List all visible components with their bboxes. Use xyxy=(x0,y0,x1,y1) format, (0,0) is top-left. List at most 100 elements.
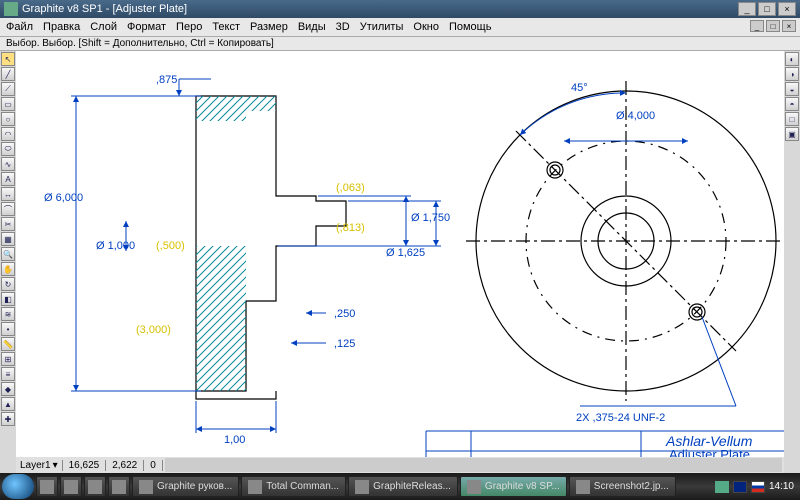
menu-3d[interactable]: 3D xyxy=(336,21,350,33)
dim-250: ,250 xyxy=(334,308,355,320)
tool-rect-icon[interactable]: ▭ xyxy=(1,97,15,111)
tool-fillet-icon[interactable]: ⌒ xyxy=(1,202,15,216)
rtool-3-icon[interactable]: ◒ xyxy=(785,82,799,96)
dim-500: (,500) xyxy=(156,240,185,252)
menu-window[interactable]: Окно xyxy=(413,21,439,33)
app-icon-3 xyxy=(88,480,102,494)
tool-trim-icon[interactable]: ✂ xyxy=(1,217,15,231)
tool-polyline-icon[interactable]: ⟋ xyxy=(1,82,15,96)
quicklaunch-3[interactable] xyxy=(84,476,106,497)
menu-dim[interactable]: Размер xyxy=(250,21,288,33)
dim-3000: (3,000) xyxy=(136,324,171,336)
tool-misc2-icon[interactable]: ▲ xyxy=(1,397,15,411)
task-screenshot[interactable]: Screenshot2.jp... xyxy=(569,476,676,497)
work-area: ↖ ╱ ⟋ ▭ ○ ◠ ⬭ ∿ A ↔ ⌒ ✂ ▦ 🔍 ✋ ↻ ◧ ≋ • 📏 … xyxy=(0,51,800,473)
menu-help[interactable]: Помощь xyxy=(449,21,492,33)
clock[interactable]: 14:10 xyxy=(769,481,794,492)
quicklaunch-2[interactable] xyxy=(60,476,82,497)
lang-ru-icon[interactable] xyxy=(751,481,765,493)
drawing-canvas[interactable]: ,875 Ø 6,000 Ø 1,000 (,500) (3,000) (,06… xyxy=(16,51,784,457)
app-icon-1 xyxy=(40,480,54,494)
rtool-5-icon[interactable]: □ xyxy=(785,112,799,126)
tool-misc1-icon[interactable]: ◆ xyxy=(1,382,15,396)
coord-x: 16,625 xyxy=(63,460,107,471)
close-button[interactable]: × xyxy=(778,2,796,16)
tool-arc-icon[interactable]: ◠ xyxy=(1,127,15,141)
rtool-6-icon[interactable]: ▣ xyxy=(785,127,799,141)
tool-point-icon[interactable]: • xyxy=(1,322,15,336)
tool-pan-icon[interactable]: ✋ xyxy=(1,262,15,276)
tool-mirror-icon[interactable]: ◧ xyxy=(1,292,15,306)
menu-edit[interactable]: Правка xyxy=(43,21,80,33)
minimize-button[interactable]: _ xyxy=(738,2,756,16)
folder-icon xyxy=(355,480,369,494)
task-graphite-app[interactable]: Graphite v8 SP... xyxy=(460,476,567,497)
task-graphite-manual[interactable]: Graphite руков... xyxy=(132,476,239,497)
dim-125: ,125 xyxy=(334,338,355,350)
menu-util[interactable]: Утилиты xyxy=(360,21,404,33)
tool-ellipse-icon[interactable]: ⬭ xyxy=(1,142,15,156)
windows-taskbar: Graphite руков... Total Comman... Graphi… xyxy=(0,473,800,500)
layer-selector[interactable]: Layer1 ▾ xyxy=(16,460,63,471)
quicklaunch-1[interactable] xyxy=(36,476,58,497)
menu-views[interactable]: Виды xyxy=(298,21,326,33)
dim-063: (,063) xyxy=(336,182,365,194)
layer-name: Layer1 xyxy=(20,460,51,471)
mdi-close-button[interactable]: × xyxy=(782,20,796,32)
coord-y: 2,622 xyxy=(106,460,144,471)
tool-group-icon[interactable]: ⊞ xyxy=(1,352,15,366)
window-title: Graphite v8 SP1 - [Adjuster Plate] xyxy=(22,3,736,15)
rtool-1-icon[interactable]: ◐ xyxy=(785,52,799,66)
app-icon-2 xyxy=(64,480,78,494)
tool-offset-icon[interactable]: ≋ xyxy=(1,307,15,321)
dim-1625: Ø 1,625 xyxy=(386,247,425,259)
window-titlebar: Graphite v8 SP1 - [Adjuster Plate] _ □ × xyxy=(0,0,800,18)
dropdown-icon: ▾ xyxy=(53,460,58,471)
tool-hatch-icon[interactable]: ▦ xyxy=(1,232,15,246)
app-icon-4 xyxy=(112,480,126,494)
task-label: Total Comman... xyxy=(266,481,339,492)
task-graphite-release[interactable]: GraphiteReleas... xyxy=(348,476,458,497)
menu-format[interactable]: Формат xyxy=(127,21,166,33)
rtool-4-icon[interactable]: ◓ xyxy=(785,97,799,111)
mdi-window-controls: _ □ × xyxy=(750,20,796,32)
menu-file[interactable]: Файл xyxy=(6,21,33,33)
mdi-restore-button[interactable]: □ xyxy=(766,20,780,32)
menu-text[interactable]: Текст xyxy=(212,21,240,33)
tool-dim-icon[interactable]: ↔ xyxy=(1,187,15,201)
tool-rotate-icon[interactable]: ↻ xyxy=(1,277,15,291)
quicklaunch-4[interactable] xyxy=(108,476,130,497)
task-totalcmd[interactable]: Total Comman... xyxy=(241,476,346,497)
task-label: Screenshot2.jp... xyxy=(594,481,669,492)
tool-layer-icon[interactable]: ≡ xyxy=(1,367,15,381)
tool-text-icon[interactable]: A xyxy=(1,172,15,186)
menu-layer[interactable]: Слой xyxy=(90,21,117,33)
titleblock-part: Adjuster Plate xyxy=(669,447,750,457)
dim-6000: Ø 6,000 xyxy=(44,192,83,204)
tray-icon-1[interactable] xyxy=(715,481,729,493)
start-button[interactable] xyxy=(2,474,34,499)
tool-select-icon[interactable]: ↖ xyxy=(1,52,15,66)
menu-pen[interactable]: Перо xyxy=(176,21,202,33)
horizontal-scrollbar[interactable] xyxy=(165,458,782,472)
dim-813: (,813) xyxy=(336,222,365,234)
tool-zoom-icon[interactable]: 🔍 xyxy=(1,247,15,261)
task-label: GraphiteReleas... xyxy=(373,481,451,492)
tool-spline-icon[interactable]: ∿ xyxy=(1,157,15,171)
tool-measure-icon[interactable]: 📏 xyxy=(1,337,15,351)
graphite-icon xyxy=(467,480,481,494)
lang-en-icon[interactable] xyxy=(733,481,747,493)
tool-circle-icon[interactable]: ○ xyxy=(1,112,15,126)
rtool-2-icon[interactable]: ◑ xyxy=(785,67,799,81)
bottom-status-bar: Layer1 ▾ 16,625 2,622 0 xyxy=(16,457,784,473)
right-toolbar: ◐ ◑ ◒ ◓ □ ▣ xyxy=(784,51,800,473)
tool-hint-bar: Выбор. Выбор. [Shift = Дополнительно, Ct… xyxy=(0,36,800,51)
dim-1750: Ø 1,750 xyxy=(411,212,450,224)
tool-misc3-icon[interactable]: ✚ xyxy=(1,412,15,426)
dim-45deg: 45° xyxy=(571,82,588,94)
dim-1000: Ø 1,000 xyxy=(96,240,135,252)
image-icon xyxy=(576,480,590,494)
mdi-minimize-button[interactable]: _ xyxy=(750,20,764,32)
maximize-button[interactable]: □ xyxy=(758,2,776,16)
tool-line-icon[interactable]: ╱ xyxy=(1,67,15,81)
